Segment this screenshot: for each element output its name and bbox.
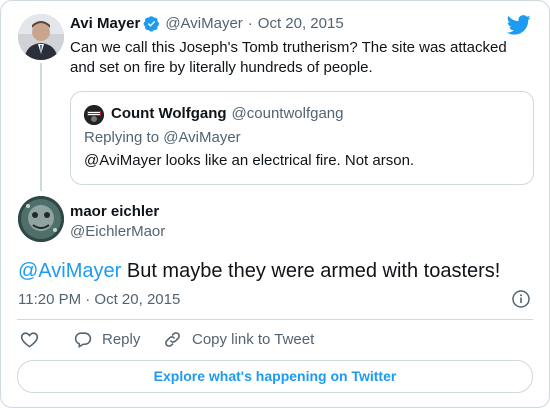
quoted-author-name: Count Wolfgang xyxy=(111,105,227,122)
replying-to-label: Replying to @AviMayer xyxy=(84,129,241,146)
quoted-tweet-card[interactable]: Count Wolfgang @countwolfgang Replying t… xyxy=(70,91,534,185)
actions-divider xyxy=(17,319,533,320)
tweet-timestamp[interactable]: 11:20 PM · Oct 20, 2015 xyxy=(18,291,180,308)
tweet-embed-card: Avi Mayer @AviMayer · Oct 20, 2015 Can w… xyxy=(0,0,550,408)
main-tweet-text: @AviMayer But maybe they were armed with… xyxy=(18,259,500,283)
thread-connector xyxy=(40,63,42,191)
author-name[interactable]: Avi Mayer xyxy=(70,15,140,32)
quoted-tweet-text: @AviMayer looks like an electrical fire.… xyxy=(84,152,415,169)
copy-link-button[interactable]: Copy link to Tweet xyxy=(163,330,314,349)
explore-twitter-button[interactable]: Explore what's happening on Twitter xyxy=(17,360,533,393)
count-wolfgang-avatar xyxy=(84,105,104,125)
quoted-author-handle: @countwolfgang xyxy=(231,105,344,122)
copy-link-label: Copy link to Tweet xyxy=(192,331,315,348)
reply-bubble-icon xyxy=(73,330,92,349)
info-icon[interactable] xyxy=(512,290,530,308)
mention-link[interactable]: @AviMayer xyxy=(18,260,121,282)
main-author-name[interactable]: maor eichler xyxy=(70,203,159,220)
quoted-tweet-header: Count Wolfgang @countwolfgang xyxy=(111,105,344,122)
like-button[interactable] xyxy=(20,330,39,354)
twitter-bird-icon[interactable] xyxy=(506,15,531,40)
heart-icon xyxy=(20,332,39,353)
main-tweet-body: But maybe they were armed with toasters! xyxy=(121,260,501,282)
verified-badge-icon xyxy=(143,15,160,32)
avi-mayer-avatar[interactable] xyxy=(18,14,64,60)
reply-button[interactable]: Reply xyxy=(73,330,140,349)
link-icon xyxy=(163,330,182,349)
original-tweet-text: Can we call this Joseph's Tomb trutheris… xyxy=(70,39,507,76)
separator-dot: · xyxy=(247,15,253,32)
original-tweet-header: Avi Mayer @AviMayer · Oct 20, 2015 xyxy=(70,15,344,32)
maor-eichler-avatar[interactable] xyxy=(18,196,64,242)
tweet-date[interactable]: Oct 20, 2015 xyxy=(258,15,344,32)
reply-label: Reply xyxy=(102,331,141,348)
author-handle[interactable]: @AviMayer xyxy=(165,15,242,32)
main-author-handle[interactable]: @EichlerMaor xyxy=(70,223,165,240)
